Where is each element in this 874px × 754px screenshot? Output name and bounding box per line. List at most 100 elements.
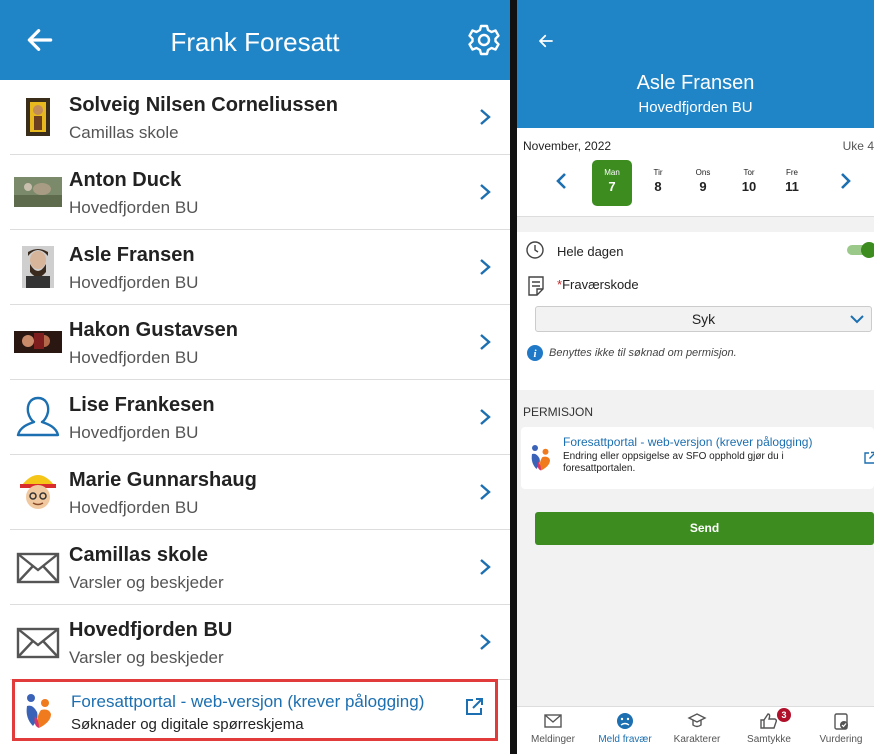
day-name: Tir [653, 168, 663, 177]
day-tuesday[interactable]: Tir 8 [638, 160, 678, 206]
day-monday[interactable]: Man 7 [592, 160, 632, 206]
envelope-icon [16, 552, 60, 584]
contact-subtitle: Hovedfjorden BU [69, 498, 199, 517]
contacts-panel: Frank Foresatt Solveig Nilsen Corneliuss… [0, 0, 510, 754]
day-date: 9 [699, 179, 707, 194]
day-wednesday[interactable]: Ons 9 [683, 160, 723, 206]
absence-header: Asle Fransen Hovedfjorden BU [517, 0, 874, 128]
contact-name: Solveig Nilsen Corneliussen [69, 94, 338, 116]
chevron-right-icon [480, 184, 491, 200]
day-date: 10 [741, 179, 757, 194]
external-link-icon [864, 451, 874, 464]
external-link-icon [466, 698, 483, 715]
calendar-month: November, 2022 [523, 139, 612, 153]
day-date: 8 [654, 179, 662, 194]
tab-meld-fravaer[interactable]: Meld fravær [589, 711, 661, 745]
absence-code-select[interactable]: Syk [535, 306, 872, 332]
contact-row[interactable]: Marie Gunnarshaug Hovedfjorden BU [10, 455, 510, 530]
chevron-down-icon [850, 315, 864, 324]
chevron-right-icon [480, 484, 491, 500]
contact-subtitle: Hovedfjorden BU [69, 273, 199, 292]
tab-label: Karakterer [673, 734, 721, 745]
tab-samtykke[interactable]: 3 Samtykke [733, 708, 805, 745]
absence-code-value: Syk [691, 311, 716, 327]
permission-portal-title: Foresattportal - web-versjon (krever pål… [563, 435, 813, 449]
contact-subtitle: Hovedfjorden BU [69, 423, 199, 442]
envelope-icon [16, 627, 60, 659]
avatar [14, 177, 62, 207]
graduation-cap-icon [687, 713, 707, 728]
portal-title: Foresattportal - web-versjon (krever pål… [71, 692, 425, 711]
student-school: Hovedfjorden BU [638, 99, 753, 116]
samtykke-badge: 3 [777, 708, 791, 722]
foresattportal-logo-icon [531, 445, 550, 471]
contact-subtitle: Hovedfjorden BU [69, 198, 199, 217]
absence-note: Benyttes ikke til søknad om permisjon. [549, 347, 737, 359]
contact-row[interactable]: Solveig Nilsen Corneliussen Camillas sko… [10, 80, 510, 155]
contact-row[interactable]: Lise Frankesen Hovedfjorden BU [10, 380, 510, 455]
whole-day-label: Hele dagen [557, 244, 624, 259]
chevron-right-icon [480, 409, 491, 425]
tab-meldinger[interactable]: Meldinger [517, 711, 589, 745]
chevron-right-icon [480, 634, 491, 650]
foresattportal-logo-icon [26, 694, 51, 728]
contact-subtitle: Camillas skole [69, 123, 179, 142]
permission-portal-link[interactable]: Foresattportal - web-versjon (krever pål… [521, 427, 874, 489]
absence-panel: Asle Fransen Hovedfjorden BU November, 2… [517, 0, 874, 754]
day-date: 11 [785, 179, 799, 194]
page-title: Frank Foresatt [170, 27, 340, 57]
contact-row[interactable]: Anton Duck Hovedfjorden BU [10, 155, 510, 230]
gear-icon[interactable] [466, 22, 502, 58]
panel-divider [510, 0, 517, 754]
contact-subtitle: Hovedfjorden BU [69, 348, 199, 367]
sick-face-icon [617, 713, 633, 729]
day-friday[interactable]: Fre 11 [772, 160, 812, 206]
calendar-week: Uke 4 [842, 139, 874, 153]
chevron-right-icon [480, 109, 491, 125]
permission-portal-desc: Endring eller oppsigelse av SFO opphold … [563, 451, 784, 474]
chevron-right-icon [480, 334, 491, 350]
tab-karakterer[interactable]: Karakterer [661, 711, 733, 745]
chevron-right-icon [480, 559, 491, 575]
permission-section-label: PERMISJON [523, 405, 594, 419]
avatar [26, 98, 50, 136]
day-thursday[interactable]: Tor 10 [729, 160, 769, 206]
whole-day-toggle[interactable] [847, 242, 874, 258]
day-name: Fre [786, 168, 798, 177]
contact-row[interactable]: Asle Fransen Hovedfjorden BU [10, 230, 510, 305]
chevron-right-icon [480, 259, 491, 275]
contact-name: Lise Frankesen [69, 394, 215, 416]
chevron-right-icon[interactable] [840, 172, 852, 190]
avatar [20, 475, 56, 509]
contact-row[interactable]: Hakon Gustavsen Hovedfjorden BU [10, 305, 510, 380]
absence-form: Hele dagen *Fraværskode Syk i Benyttes i… [517, 232, 874, 390]
send-button[interactable]: Send [535, 512, 874, 545]
absence-code-label: *Fraværskode [557, 277, 639, 292]
avatar [22, 246, 54, 288]
week-calendar: November, 2022 Uke 4 Man 7 Tir 8 Ons 9 T… [517, 128, 874, 217]
contact-subtitle: Varsler og beskjeder [69, 648, 224, 667]
contact-row[interactable]: Hovedfjorden BU Varsler og beskjeder [10, 605, 510, 680]
contact-name: Camillas skole [69, 544, 208, 566]
thumbs-icon [760, 713, 778, 729]
foresattportal-link[interactable]: Foresattportal - web-versjon (krever pål… [12, 679, 498, 741]
tab-label: Vurdering [819, 734, 863, 745]
avatar [14, 331, 62, 353]
person-outline-icon [16, 396, 60, 437]
tab-vurdering[interactable]: Vurdering [805, 711, 874, 745]
chevron-left-icon[interactable] [555, 172, 567, 190]
bottom-tab-bar: Meldinger Meld fravær Karakterer 3 Samty… [517, 706, 874, 754]
contact-row[interactable]: Camillas skole Varsler og beskjeder [10, 530, 510, 605]
contact-name: Hovedfjorden BU [69, 619, 233, 641]
day-name: Ons [695, 168, 711, 177]
student-name: Asle Fransen [636, 72, 755, 94]
day-name: Man [604, 168, 620, 177]
day-date: 7 [608, 179, 616, 194]
contact-subtitle: Varsler og beskjeder [69, 573, 224, 592]
day-name: Tor [743, 168, 755, 177]
document-icon [528, 276, 544, 296]
back-arrow-icon[interactable] [537, 32, 555, 50]
absence-code-text: Fraværskode [562, 277, 639, 292]
contact-name: Anton Duck [69, 169, 182, 191]
tab-label: Samtykke [747, 734, 791, 745]
